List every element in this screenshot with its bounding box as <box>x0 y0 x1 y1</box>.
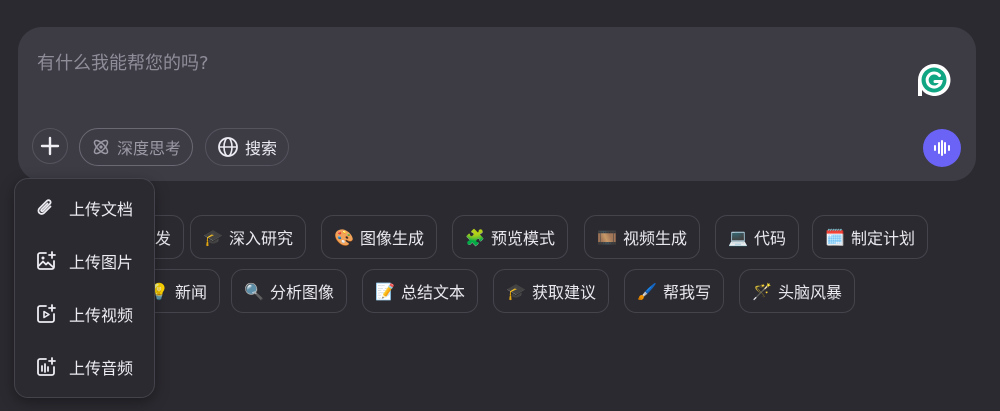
deep-think-label: 深度思考 <box>117 139 182 158</box>
voice-input-button[interactable] <box>923 129 961 167</box>
suggestion-label: 图像生成 <box>360 229 425 248</box>
paperclip-icon <box>37 199 52 215</box>
suggestion-label: 深入研究 <box>229 229 294 248</box>
suggestion-label: 分析图像 <box>270 283 335 302</box>
suggestion-label: 获取建议 <box>532 283 597 302</box>
suggestion-label: 代码 <box>754 229 787 248</box>
suggestion-chip-preview-mode[interactable]: 🧩 预览模式 <box>452 215 569 259</box>
laptop-icon: 💻 <box>728 227 748 247</box>
search-toggle[interactable]: 搜索 <box>205 128 290 166</box>
suggestion-label: 制定计划 <box>851 229 916 248</box>
suggestion-label: 总结文本 <box>401 283 466 302</box>
magnifier-icon: 🔍 <box>244 281 264 301</box>
graduation-cap-icon: 🎓 <box>506 281 526 301</box>
suggestion-label: 视频生成 <box>623 229 688 248</box>
deep-think-toggle[interactable]: 深度思考 <box>79 128 194 166</box>
search-label: 搜索 <box>245 139 278 158</box>
upload-menu: 上传文档 上传图片 上传视频 上传音频 <box>14 178 155 398</box>
globe-icon <box>218 137 238 157</box>
chat-composer[interactable]: 有什么我能帮您的吗? 深度思考 搜索 <box>18 27 976 181</box>
suggestion-label: 预览模式 <box>491 229 556 248</box>
suggestion-label: 头脑风暴 <box>778 283 843 302</box>
prompt-input-placeholder[interactable]: 有什么我能帮您的吗? <box>37 49 209 75</box>
upload-video-item[interactable]: 上传视频 <box>15 294 154 334</box>
suggestion-label: 发 <box>155 229 172 248</box>
upload-audio-label: 上传音频 <box>69 359 134 378</box>
suggestion-chip-help-me-write[interactable]: 🖌️ 帮我写 <box>624 269 725 313</box>
upload-image-label: 上传图片 <box>69 253 134 272</box>
memo-icon: 📝 <box>375 281 395 301</box>
suggestion-chip-make-plan[interactable]: 🗓️ 制定计划 <box>812 215 929 259</box>
upload-audio-item[interactable]: 上传音频 <box>15 347 154 387</box>
suggestion-chip-video-generation[interactable]: 🎞️ 视频生成 <box>584 215 701 259</box>
upload-image-item[interactable]: 上传图片 <box>15 241 154 281</box>
audio-wave-icon <box>934 140 950 156</box>
audio-upload-icon <box>37 357 56 376</box>
paintbrush-icon: 🖌️ <box>637 281 657 301</box>
upload-document-label: 上传文档 <box>69 200 134 219</box>
add-button[interactable] <box>32 128 68 164</box>
image-upload-icon <box>37 251 56 270</box>
palette-icon: 🎨 <box>334 227 354 247</box>
suggestion-chip-image-generation[interactable]: 🎨 图像生成 <box>321 215 438 259</box>
suggestion-chip-deep-research[interactable]: 🎓 深入研究 <box>190 215 307 259</box>
graduation-cap-icon: 🎓 <box>203 227 223 247</box>
upload-video-label: 上传视频 <box>69 306 134 325</box>
magic-wand-icon: 🪄 <box>752 281 772 301</box>
suggestion-chip-summarize-text[interactable]: 📝 总结文本 <box>362 269 479 313</box>
film-icon: 🎞️ <box>597 227 617 247</box>
suggestion-chip-brainstorm[interactable]: 🪄 头脑风暴 <box>739 269 856 313</box>
upload-document-item[interactable]: 上传文档 <box>15 188 154 228</box>
video-upload-icon <box>37 304 56 323</box>
suggestion-label: 帮我写 <box>663 283 712 302</box>
puzzle-icon: 🧩 <box>465 227 485 247</box>
calendar-icon: 🗓️ <box>825 227 845 247</box>
grammarly-icon[interactable] <box>916 62 952 98</box>
plus-icon <box>40 136 60 156</box>
suggestion-label: 新闻 <box>175 283 208 302</box>
atom-icon <box>93 139 109 155</box>
suggestion-chip-analyze-image[interactable]: 🔍 分析图像 <box>231 269 348 313</box>
suggestion-chip-get-advice[interactable]: 🎓 获取建议 <box>493 269 610 313</box>
suggestion-chip-code[interactable]: 💻 代码 <box>715 215 800 259</box>
